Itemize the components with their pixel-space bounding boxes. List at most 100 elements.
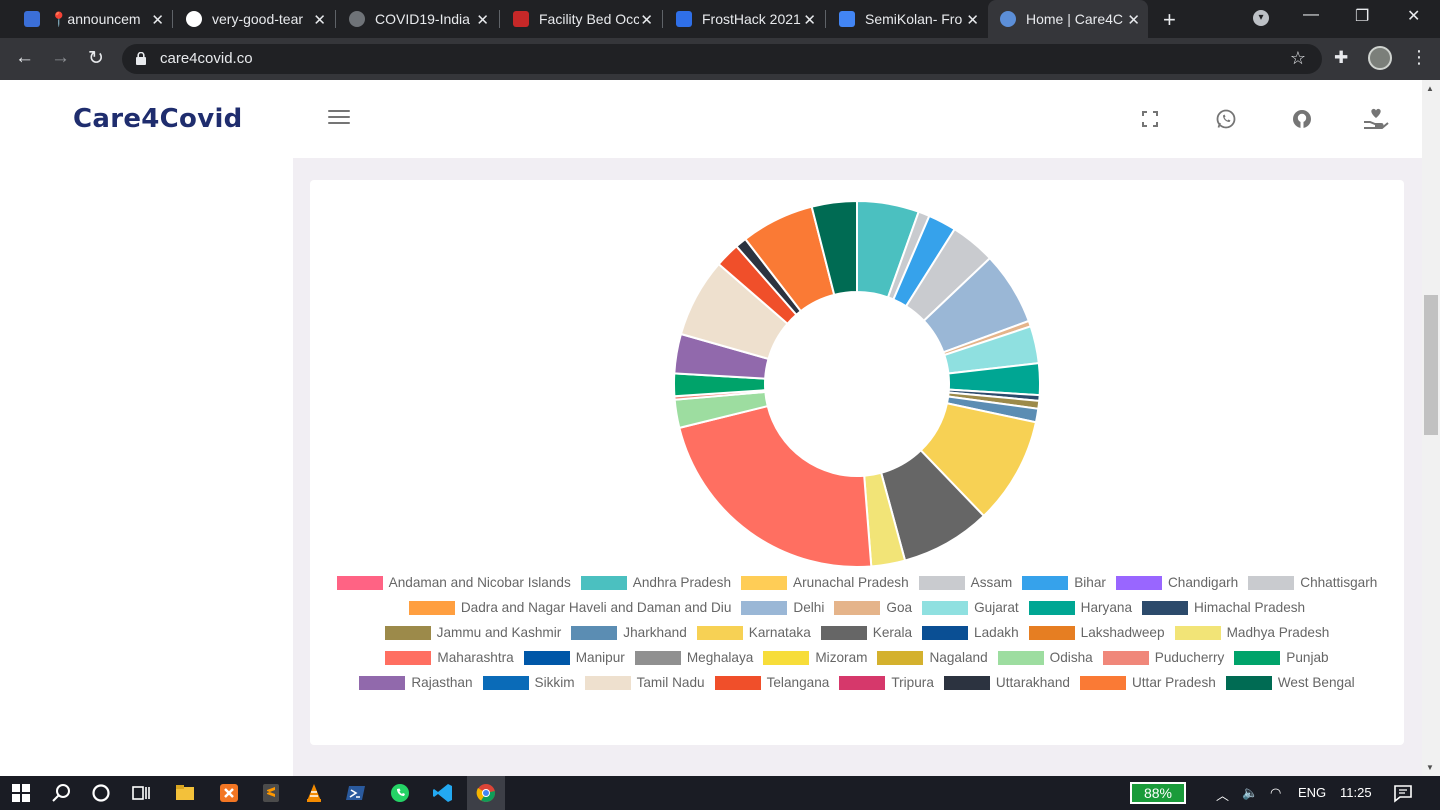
close-tab-icon[interactable]: ✕ <box>313 11 326 29</box>
legend-label: Manipur <box>575 650 625 665</box>
browser-tab-active[interactable]: Home | Care4C ✕ <box>988 0 1148 38</box>
legend-item[interactable]: Karnataka <box>696 624 811 641</box>
forward-icon[interactable]: → <box>51 47 70 69</box>
windows-start-icon[interactable] <box>10 782 32 804</box>
address-bar[interactable]: care4covid.co ☆ <box>122 44 1322 74</box>
browser-tab[interactable]: SemiKolan- Fro ✕ <box>827 0 987 38</box>
file-explorer-icon[interactable] <box>174 782 196 804</box>
legend-item[interactable]: Punjab <box>1234 649 1329 666</box>
task-view-icon[interactable] <box>130 782 152 804</box>
legend-item[interactable]: Arunachal Pradesh <box>741 574 909 591</box>
legend-item[interactable]: Uttar Pradesh <box>1079 674 1216 691</box>
close-window-icon[interactable]: ✕ <box>1407 6 1420 26</box>
profile-avatar[interactable] <box>1368 46 1392 70</box>
legend-item[interactable]: Goa <box>834 599 912 616</box>
legend-item[interactable]: Lakshadweep <box>1028 624 1165 641</box>
legend-item[interactable]: Meghalaya <box>634 649 753 666</box>
legend-item[interactable]: Jammu and Kashmir <box>384 624 561 641</box>
fullscreen-icon[interactable] <box>1138 107 1162 131</box>
doughnut-slice-maharashtra[interactable] <box>678 404 873 568</box>
close-tab-icon[interactable]: ✕ <box>640 11 653 29</box>
minimize-icon[interactable]: — <box>1303 6 1319 24</box>
legend-item[interactable]: Haryana <box>1028 599 1133 616</box>
legend-item[interactable]: Kerala <box>820 624 912 641</box>
legend-item[interactable]: West Bengal <box>1225 674 1355 691</box>
legend-item[interactable]: Ladakh <box>922 624 1019 641</box>
legend-item[interactable]: Telangana <box>714 674 829 691</box>
legend-item[interactable]: Chandigarh <box>1115 574 1238 591</box>
close-tab-icon[interactable]: ✕ <box>966 11 979 29</box>
legend-swatch <box>571 625 618 640</box>
battery-indicator[interactable]: 88% <box>1130 782 1186 804</box>
browser-tab[interactable]: Facility Bed Occ ✕ <box>501 0 661 38</box>
browser-menu-icon[interactable]: ⋮ <box>1410 47 1428 68</box>
legend-item[interactable]: Madhya Pradesh <box>1174 624 1330 641</box>
legend-label: Rajasthan <box>411 675 473 690</box>
legend-item[interactable]: Gujarat <box>922 599 1019 616</box>
xampp-icon[interactable] <box>218 782 240 804</box>
legend-item[interactable]: Manipur <box>523 649 625 666</box>
vscode-icon[interactable] <box>432 782 454 804</box>
whatsapp-icon[interactable] <box>1214 107 1238 131</box>
new-tab-icon[interactable]: + <box>1163 7 1176 33</box>
chrome-icon[interactable] <box>475 782 497 804</box>
reload-icon[interactable]: ↻ <box>88 47 104 70</box>
legend-swatch <box>918 575 965 590</box>
state-distribution-doughnut-chart <box>673 199 1041 568</box>
legend-item[interactable]: Nagaland <box>877 649 988 666</box>
whatsapp-app-icon[interactable] <box>389 782 411 804</box>
back-icon[interactable]: ← <box>15 47 34 69</box>
browser-tab[interactable]: very-good-tear ✕ <box>174 0 334 38</box>
show-hidden-icons-icon[interactable]: ︿ <box>1216 785 1229 804</box>
cortana-icon[interactable] <box>90 782 112 804</box>
hamburger-menu-icon[interactable] <box>328 110 350 126</box>
restore-icon[interactable]: ❐ <box>1355 6 1369 26</box>
notifications-icon[interactable] <box>1392 782 1414 804</box>
search-icon[interactable] <box>50 782 72 804</box>
bookmark-star-icon[interactable]: ☆ <box>1290 48 1306 69</box>
legend-swatch <box>634 650 681 665</box>
legend-item[interactable]: Uttarakhand <box>943 674 1070 691</box>
tab-search-icon[interactable]: ▾ <box>1253 10 1269 26</box>
legend-item[interactable]: Maharashtra <box>385 649 514 666</box>
legend-item[interactable]: Odisha <box>997 649 1093 666</box>
browser-tab[interactable]: 📍announcem ✕ <box>12 0 172 38</box>
vlc-icon[interactable] <box>303 782 325 804</box>
legend-item[interactable]: Andaman and Nicobar Islands <box>336 574 571 591</box>
page-scrollbar[interactable]: ▲ ▼ <box>1422 80 1440 776</box>
close-tab-icon[interactable]: ✕ <box>151 11 164 29</box>
legend-item[interactable]: Sikkim <box>482 674 575 691</box>
legend-item[interactable]: Chhattisgarh <box>1248 574 1377 591</box>
legend-item[interactable]: Tamil Nadu <box>584 674 705 691</box>
legend-item[interactable]: Puducherry <box>1102 649 1224 666</box>
wifi-icon[interactable]: ◠ <box>1270 785 1281 801</box>
brand-logo-text[interactable]: Care4Covid <box>73 104 243 134</box>
close-tab-icon[interactable]: ✕ <box>476 11 489 29</box>
close-tab-icon[interactable]: ✕ <box>1127 11 1140 29</box>
volume-icon[interactable]: 🔈 <box>1242 785 1258 801</box>
legend-item[interactable]: Andhra Pradesh <box>580 574 731 591</box>
legend-item[interactable]: Tripura <box>839 674 934 691</box>
clock-time[interactable]: 11:25 <box>1340 785 1372 800</box>
powershell-icon[interactable] <box>345 782 367 804</box>
legend-label: Haryana <box>1080 600 1133 615</box>
scrollbar-thumb[interactable] <box>1424 295 1438 435</box>
extensions-icon[interactable]: ✚ <box>1334 48 1348 68</box>
legend-item[interactable]: Assam <box>918 574 1012 591</box>
donate-hand-icon[interactable] <box>1362 107 1390 131</box>
browser-tab[interactable]: FrostHack 2021 ✕ <box>664 0 824 38</box>
legend-item[interactable]: Rajasthan <box>359 674 473 691</box>
language-indicator[interactable]: ENG <box>1298 785 1326 800</box>
legend-item[interactable]: Delhi <box>741 599 824 616</box>
browser-tab[interactable]: COVID19-India ✕ <box>337 0 497 38</box>
github-icon[interactable] <box>1290 107 1314 131</box>
legend-item[interactable]: Dadra and Nagar Haveli and Daman and Diu <box>408 599 731 616</box>
legend-item[interactable]: Jharkhand <box>571 624 687 641</box>
legend-item[interactable]: Bihar <box>1022 574 1106 591</box>
legend-item[interactable]: Mizoram <box>763 649 867 666</box>
legend-item[interactable]: Himachal Pradesh <box>1142 599 1305 616</box>
close-tab-icon[interactable]: ✕ <box>803 11 816 29</box>
legend-label: Madhya Pradesh <box>1226 625 1330 640</box>
sublime-text-icon[interactable] <box>260 782 282 804</box>
legend-swatch <box>1028 600 1075 615</box>
